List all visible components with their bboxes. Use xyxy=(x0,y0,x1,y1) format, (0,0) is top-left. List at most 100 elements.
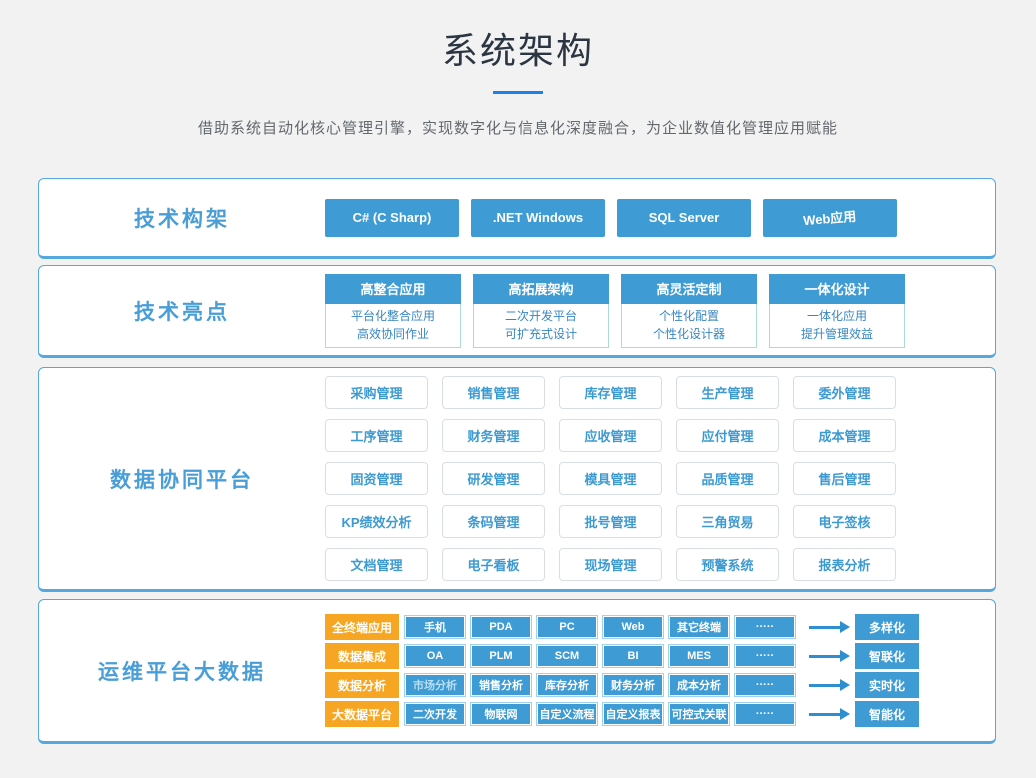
section-tech-stack-label: 技术构架 xyxy=(39,179,325,256)
highlight-card-line: 平台化整合应用 xyxy=(326,307,460,325)
module-chip: 应付管理 xyxy=(676,419,779,452)
module-chip: KP绩效分析 xyxy=(325,505,428,538)
page: 系统架构 借助系统自动化核心管理引擎，实现数字化与信息化深度融合，为企业数值化管… xyxy=(0,0,1036,778)
bigdata-result: 多样化 xyxy=(855,614,919,640)
highlight-card-line: 高效协同作业 xyxy=(326,325,460,343)
module-chip: 批号管理 xyxy=(559,505,662,538)
section-bigdata: 运维平台大数据 全终端应用 手机 PDA PC Web 其它终端 ····· 多… xyxy=(38,599,996,744)
bigdata-cell: 可控式关联 xyxy=(669,703,729,725)
highlight-card-body: 个性化配置 个性化设计器 xyxy=(621,304,757,348)
bigdata-cell: MES xyxy=(669,645,729,667)
bigdata-result: 实时化 xyxy=(855,672,919,698)
module-chip: 模具管理 xyxy=(559,462,662,495)
highlight-card-allinone: 一体化设计 一体化应用 提升管理效益 xyxy=(769,274,905,348)
module-chip: 库存管理 xyxy=(559,376,662,409)
module-chip: 研发管理 xyxy=(442,462,545,495)
bigdata-cell: PLM xyxy=(471,645,531,667)
highlight-card-line: 提升管理效益 xyxy=(770,325,904,343)
tech-button-csharp: C# (C Sharp) xyxy=(325,199,459,237)
module-chip: 工序管理 xyxy=(325,419,428,452)
bigdata-cell: 自定义报表 xyxy=(603,703,663,725)
bigdata-cell: 自定义流程 xyxy=(537,703,597,725)
bigdata-row-terminals: 全终端应用 手机 PDA PC Web 其它终端 ····· 多样化 xyxy=(325,614,919,640)
tech-button-sqlserver: SQL Server xyxy=(617,199,751,237)
bigdata-cell: OA xyxy=(405,645,465,667)
section-tech-stack: 技术构架 C# (C Sharp) .NET Windows SQL Serve… xyxy=(38,178,996,259)
highlight-card-title: 高拓展架构 xyxy=(473,274,609,304)
module-chip: 固资管理 xyxy=(325,462,428,495)
module-chip: 电子看板 xyxy=(442,548,545,581)
module-chip: 条码管理 xyxy=(442,505,545,538)
highlight-card-line: 二次开发平台 xyxy=(474,307,608,325)
highlight-card-integration: 高整合应用 平台化整合应用 高效协同作业 xyxy=(325,274,461,348)
module-chip: 售后管理 xyxy=(793,462,896,495)
module-chip: 文档管理 xyxy=(325,548,428,581)
bigdata-cell: 手机 xyxy=(405,616,465,638)
highlight-card-extensibility: 高拓展架构 二次开发平台 可扩充式设计 xyxy=(473,274,609,348)
bigdata-cell: Web xyxy=(603,616,663,638)
section-highlights: 技术亮点 高整合应用 平台化整合应用 高效协同作业 高拓展架构 二次开发平台 可… xyxy=(38,265,996,358)
section-platform: 数据协同平台 采购管理 销售管理 库存管理 生产管理 委外管理 工序管理 财务管… xyxy=(38,367,996,592)
module-chip: 销售管理 xyxy=(442,376,545,409)
module-chip: 成本管理 xyxy=(793,419,896,452)
bigdata-cell: BI xyxy=(603,645,663,667)
bigdata-cell-ellipsis: ····· xyxy=(735,645,795,667)
module-chip: 预警系统 xyxy=(676,548,779,581)
bigdata-cell: 财务分析 xyxy=(603,674,663,696)
bigdata-row-tag: 大数据平台 xyxy=(325,701,399,727)
bigdata-cell: SCM xyxy=(537,645,597,667)
platform-content: 采购管理 销售管理 库存管理 生产管理 委外管理 工序管理 财务管理 应收管理 … xyxy=(325,368,995,589)
highlight-card-line: 一体化应用 xyxy=(770,307,904,325)
page-title: 系统架构 xyxy=(0,0,1036,74)
tech-button-dotnet: .NET Windows xyxy=(471,199,605,237)
highlight-card-line: 个性化配置 xyxy=(622,307,756,325)
highlight-card-title: 一体化设计 xyxy=(769,274,905,304)
highlight-card-body: 一体化应用 提升管理效益 xyxy=(769,304,905,348)
bigdata-rows: 全终端应用 手机 PDA PC Web 其它终端 ····· 多样化 数据集成 … xyxy=(325,600,995,741)
bigdata-row-integration: 数据集成 OA PLM SCM BI MES ····· 智联化 xyxy=(325,643,919,669)
bigdata-cell-ellipsis: ····· xyxy=(735,674,795,696)
bigdata-cell: PC xyxy=(537,616,597,638)
bigdata-row-platform: 大数据平台 二次开发 物联网 自定义流程 自定义报表 可控式关联 ····· 智… xyxy=(325,701,919,727)
module-grid: 采购管理 销售管理 库存管理 生产管理 委外管理 工序管理 财务管理 应收管理 … xyxy=(325,376,896,581)
bigdata-cell: 成本分析 xyxy=(669,674,729,696)
bigdata-row-tag: 数据分析 xyxy=(325,672,399,698)
section-platform-label: 数据协同平台 xyxy=(39,368,325,589)
arrow-right-icon xyxy=(809,713,841,716)
module-chip: 采购管理 xyxy=(325,376,428,409)
highlight-card-title: 高整合应用 xyxy=(325,274,461,304)
bigdata-cell: 二次开发 xyxy=(405,703,465,725)
arrow-right-icon xyxy=(809,655,841,658)
bigdata-cell: 库存分析 xyxy=(537,674,597,696)
module-chip: 生产管理 xyxy=(676,376,779,409)
bigdata-cell: 物联网 xyxy=(471,703,531,725)
module-chip: 财务管理 xyxy=(442,419,545,452)
page-subtitle: 借助系统自动化核心管理引擎，实现数字化与信息化深度融合，为企业数值化管理应用赋能 xyxy=(0,117,1036,138)
bigdata-cell-ellipsis: ····· xyxy=(735,703,795,725)
module-chip: 品质管理 xyxy=(676,462,779,495)
highlight-cards: 高整合应用 平台化整合应用 高效协同作业 高拓展架构 二次开发平台 可扩充式设计… xyxy=(325,266,995,355)
module-chip: 应收管理 xyxy=(559,419,662,452)
tech-button-web: Web应用 xyxy=(763,199,897,237)
bigdata-result: 智联化 xyxy=(855,643,919,669)
highlight-card-body: 平台化整合应用 高效协同作业 xyxy=(325,304,461,348)
title-underline xyxy=(493,91,543,94)
section-highlights-label: 技术亮点 xyxy=(39,266,325,355)
bigdata-cell: 市场分析 xyxy=(405,674,465,696)
bigdata-row-tag: 全终端应用 xyxy=(325,614,399,640)
highlight-card-title: 高灵活定制 xyxy=(621,274,757,304)
bigdata-row-analysis: 数据分析 市场分析 销售分析 库存分析 财务分析 成本分析 ····· 实时化 xyxy=(325,672,919,698)
section-bigdata-label: 运维平台大数据 xyxy=(39,600,325,741)
bigdata-cell: PDA xyxy=(471,616,531,638)
bigdata-result: 智能化 xyxy=(855,701,919,727)
module-chip: 报表分析 xyxy=(793,548,896,581)
module-chip: 现场管理 xyxy=(559,548,662,581)
bigdata-row-tag: 数据集成 xyxy=(325,643,399,669)
highlight-card-body: 二次开发平台 可扩充式设计 xyxy=(473,304,609,348)
module-chip: 委外管理 xyxy=(793,376,896,409)
arrow-right-icon xyxy=(809,626,841,629)
bigdata-cell-ellipsis: ····· xyxy=(735,616,795,638)
bigdata-cell: 其它终端 xyxy=(669,616,729,638)
highlight-card-line: 可扩充式设计 xyxy=(474,325,608,343)
tech-button-web-label: Web应用 xyxy=(803,206,858,230)
